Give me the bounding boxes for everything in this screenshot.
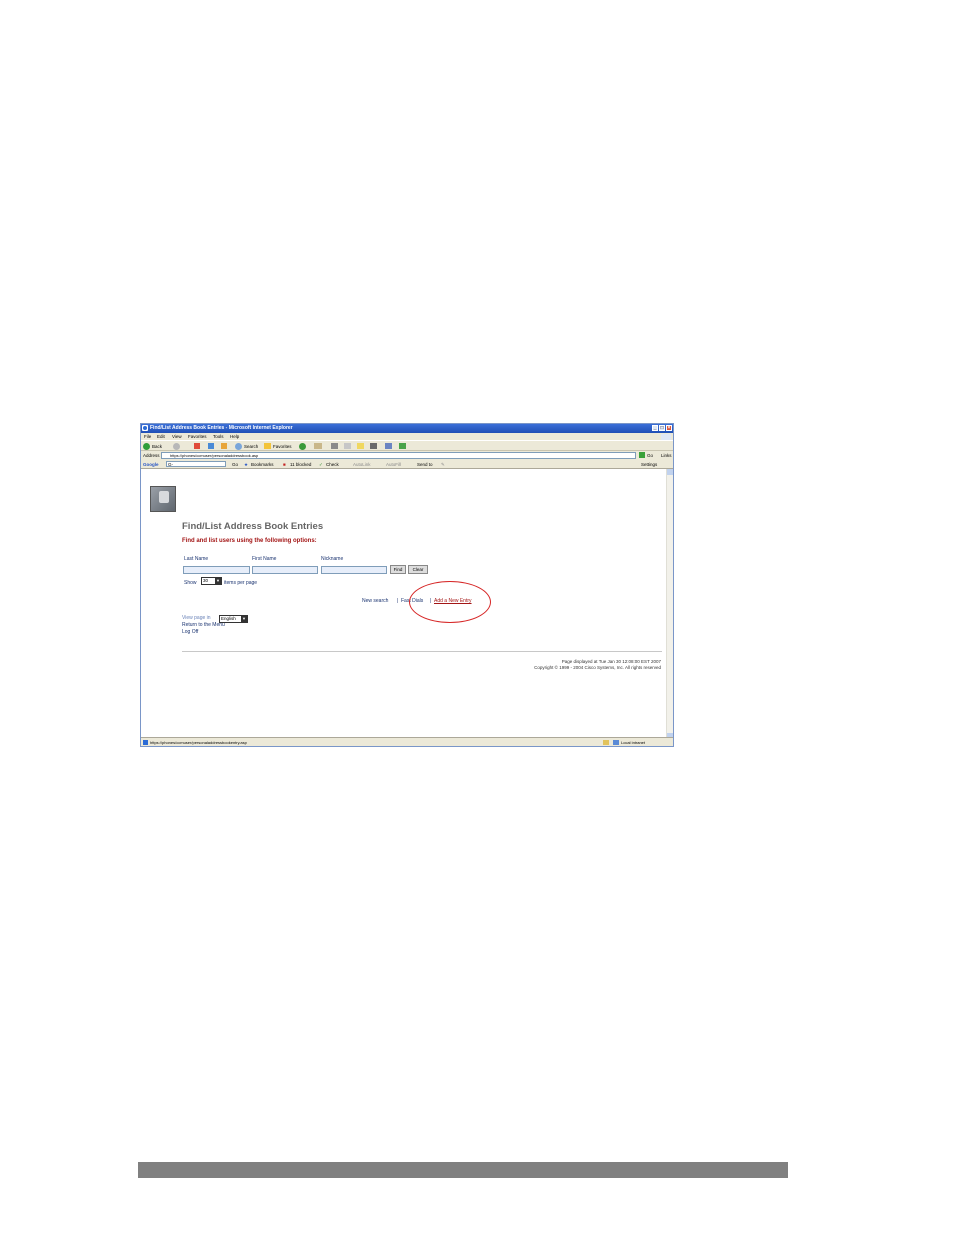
popup-blocker-icon: ■ (283, 462, 286, 467)
menu-file[interactable]: File (144, 434, 151, 439)
blocked-count[interactable]: 11 blocked (290, 462, 311, 467)
page-subtitle: Find and list users using the following … (182, 538, 317, 544)
status-url: https://phones/ccmuser/personaladdressbo… (150, 740, 247, 745)
search-icon[interactable] (235, 443, 242, 450)
settings-button[interactable]: Settings (641, 462, 657, 467)
clear-button[interactable]: Clear (408, 565, 428, 574)
back-label[interactable]: Back (152, 444, 162, 450)
title-bar: Find/List Address Book Entries - Microso… (141, 424, 673, 433)
ie-icon (142, 425, 148, 431)
app-logo-icon (150, 486, 176, 512)
go-button[interactable]: Go (639, 452, 655, 459)
send-to-button[interactable]: Send to (417, 462, 433, 467)
autolink-button[interactable]: AutoLink (353, 462, 371, 467)
chevron-down-icon: ▼ (215, 578, 221, 584)
items-per-page-label: items per page (224, 580, 258, 586)
menu-tools[interactable]: Tools (213, 434, 224, 439)
lock-icon (603, 740, 609, 745)
menu-help[interactable]: Help (230, 434, 239, 439)
search-label[interactable]: Search (244, 444, 258, 450)
items-per-page-value: 30 (203, 578, 209, 583)
favorites-label[interactable]: Favorites (273, 444, 292, 450)
footer-divider (182, 651, 662, 652)
menu-bar: File Edit View Favorites Tools Help (141, 433, 673, 441)
check-button[interactable]: Check (326, 462, 339, 467)
return-to-menu-link[interactable]: Return to the Menu (182, 622, 225, 628)
annotation-circle (409, 581, 491, 623)
discuss-icon[interactable] (357, 443, 364, 449)
address-input[interactable]: https://phones/ccmuser/personaladdressbo… (161, 452, 636, 459)
scroll-up-icon[interactable] (667, 469, 673, 475)
first-name-label: First Name (252, 556, 277, 562)
page-displayed-timestamp: Page displayed at Tue Jan 30 12:08:00 ES… (561, 659, 661, 664)
menu-favorites[interactable]: Favorites (188, 434, 207, 439)
history-icon[interactable] (299, 443, 306, 450)
chevron-down-icon: ▼ (241, 616, 247, 622)
last-name-label: Last Name (184, 556, 209, 562)
intranet-icon (613, 740, 619, 745)
autofill-button[interactable]: AutoFill (386, 462, 401, 467)
vertical-scrollbar[interactable] (666, 469, 673, 739)
refresh-icon[interactable] (208, 443, 214, 449)
last-name-input[interactable] (183, 566, 250, 574)
security-zone: Local intranet (621, 740, 646, 745)
page-title: Find/List Address Book Entries (182, 521, 324, 532)
google-go-button[interactable]: Go (232, 462, 238, 467)
status-bar: https://phones/ccmuser/personaladdressbo… (141, 737, 673, 746)
first-name-input[interactable] (252, 566, 318, 574)
copyright-text: Copyright © 1999 - 2004 Cisco Systems, I… (534, 665, 661, 670)
maximize-button[interactable]: □ (659, 425, 665, 431)
bookmarks-button[interactable]: Bookmarks (251, 462, 274, 467)
view-page-in-label: View page in (182, 615, 211, 621)
check-icon: ✓ (319, 462, 323, 467)
go-label: Go (647, 453, 654, 458)
media-icon[interactable] (399, 443, 406, 449)
address-bar: Address https://phones/ccmuser/personala… (141, 451, 673, 460)
new-search-link[interactable]: New search (362, 598, 388, 604)
link-separator: | (397, 598, 399, 604)
page-content: Find/List Address Book Entries Find and … (141, 469, 668, 739)
google-toolbar: Google G- Go ★ Bookmarks ■ 11 blocked ✓ … (141, 460, 673, 469)
language-value: English (221, 616, 236, 621)
google-search-text: G- (168, 462, 173, 467)
address-label: Address (143, 453, 160, 458)
links-button[interactable]: Links (661, 453, 672, 458)
minimize-button[interactable]: _ (652, 425, 658, 431)
menu-edit[interactable]: Edit (157, 434, 165, 439)
favorites-star-icon[interactable] (264, 443, 271, 449)
menu-view[interactable]: View (172, 434, 182, 439)
google-search-input[interactable]: G- (166, 461, 226, 467)
window-title: Find/List Address Book Entries - Microso… (150, 425, 293, 431)
messenger-icon[interactable] (385, 443, 392, 449)
document-footer-bar (138, 1162, 788, 1178)
research-icon[interactable] (370, 443, 377, 449)
highlighter-icon: ✎ (441, 462, 445, 467)
close-button[interactable]: × (666, 425, 672, 431)
print-icon[interactable] (331, 443, 338, 449)
browser-window: Find/List Address Book Entries - Microso… (140, 423, 674, 747)
mail-icon[interactable] (314, 443, 322, 449)
items-per-page-select[interactable]: 30 ▼ (201, 577, 222, 585)
show-label: Show (184, 580, 197, 586)
nickname-label: Nickname (321, 556, 344, 562)
page-icon (143, 740, 148, 745)
standard-toolbar: Back Search Favorites (141, 440, 673, 451)
google-logo: Google (143, 462, 159, 467)
home-icon[interactable] (221, 443, 227, 449)
stop-icon[interactable] (194, 443, 200, 449)
nickname-input[interactable] (321, 566, 387, 574)
find-button[interactable]: Find (390, 565, 406, 574)
bookmarks-star-icon: ★ (244, 462, 249, 467)
forward-arrow-icon[interactable] (173, 443, 180, 450)
log-off-link[interactable]: Log Off (182, 629, 198, 635)
go-arrow-icon (639, 452, 645, 458)
back-arrow-icon[interactable] (143, 443, 150, 450)
edit-icon[interactable] (344, 443, 351, 449)
